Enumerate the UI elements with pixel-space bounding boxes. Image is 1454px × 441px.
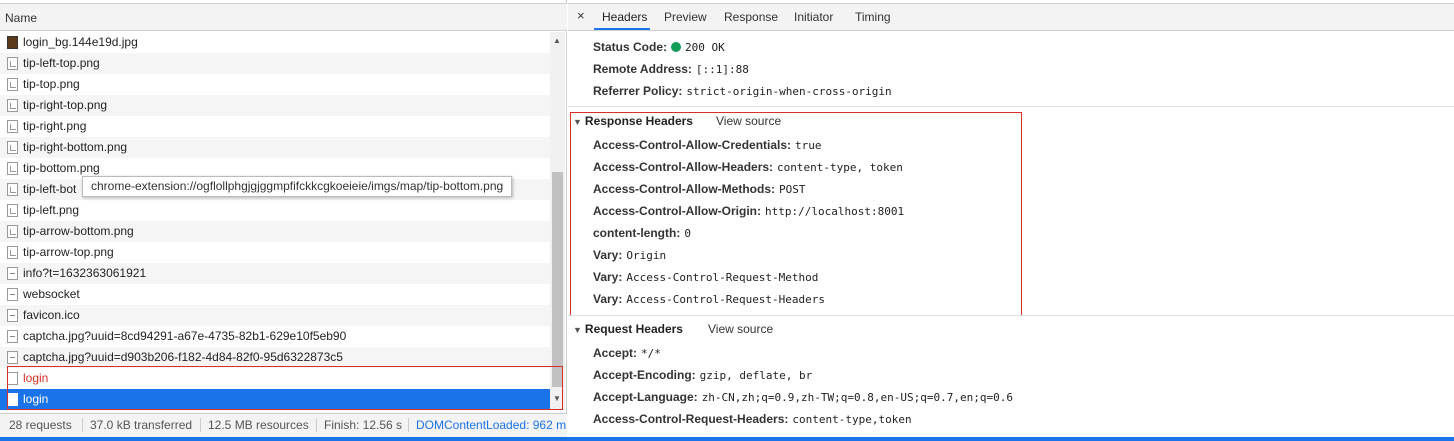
status-ok-icon (671, 42, 682, 52)
request-list-scrollbar[interactable]: ▲ ▼ (550, 32, 565, 410)
request-list: login_bg.144e19d.jpg tip-left-top.png ti… (0, 32, 550, 410)
tab-preview[interactable]: Preview (664, 10, 707, 24)
requests-count: 28 requests (9, 418, 72, 432)
document-icon (7, 351, 18, 364)
request-row[interactable]: tip-right-bottom.png (0, 137, 550, 158)
finish-time: Finish: 12.56 s (324, 418, 403, 432)
image-icon (7, 57, 18, 70)
general-status-code: Status Code: 200 OK (593, 40, 725, 54)
dom-content-loaded: DOMContentLoaded: 962 m (416, 418, 567, 432)
image-icon (7, 120, 18, 133)
tab-headers[interactable]: Headers (602, 10, 647, 24)
status-divider (82, 418, 83, 432)
request-row[interactable]: favicon.ico (0, 305, 550, 326)
highlight-box-response-headers (570, 112, 1022, 316)
active-tab-indicator (594, 28, 650, 30)
document-icon (7, 309, 18, 322)
request-header-item: Access-Control-Request-Headers: content-t… (593, 412, 912, 426)
name-column-label: Name (5, 11, 38, 25)
status-divider (200, 418, 201, 432)
section-divider (568, 315, 1454, 316)
document-icon (7, 267, 18, 280)
image-icon (7, 162, 18, 175)
status-divider (316, 418, 317, 432)
document-icon (7, 330, 18, 343)
scrollbar-thumb[interactable] (552, 172, 563, 387)
request-header-item: Accept: */* (593, 346, 661, 360)
name-column-header[interactable]: Name (0, 3, 567, 31)
request-headers-toggle[interactable]: ▼ Request Headers (573, 322, 683, 336)
tab-initiator[interactable]: Initiator (794, 10, 833, 24)
request-row[interactable]: tip-arrow-top.png (0, 242, 550, 263)
image-icon (7, 225, 18, 238)
bottom-accent-strip (0, 437, 1454, 441)
request-list-pane: Name login_bg.144e19d.jpg tip-left-top.p… (0, 0, 567, 441)
image-icon (7, 246, 18, 259)
image-icon (7, 78, 18, 91)
document-icon (7, 288, 18, 301)
tab-response[interactable]: Response (724, 10, 778, 24)
request-row[interactable]: tip-arrow-bottom.png (0, 221, 550, 242)
image-icon (7, 204, 18, 217)
request-row-login-bg[interactable]: login_bg.144e19d.jpg (0, 32, 550, 53)
request-row[interactable]: websocket (0, 284, 550, 305)
details-tab-bar: × Headers Preview Response Initiator Tim… (568, 3, 1454, 31)
request-row[interactable]: tip-top.png (0, 74, 550, 95)
section-divider (568, 106, 1454, 107)
close-icon[interactable]: × (577, 8, 585, 23)
expand-triangle-icon: ▼ (573, 325, 582, 335)
tab-timing[interactable]: Timing (855, 10, 891, 24)
scroll-up-arrow-icon[interactable]: ▲ (553, 36, 561, 45)
general-remote-address: Remote Address: [::1]:88 (593, 62, 749, 76)
status-divider (408, 418, 409, 432)
request-row[interactable]: tip-right.png (0, 116, 550, 137)
resources-size: 12.5 MB resources (208, 418, 309, 432)
network-status-bar: 28 requests 37.0 kB transferred 12.5 MB … (0, 413, 567, 437)
url-tooltip: chrome-extension://ogflollphgjgjggmpfifc… (82, 176, 513, 197)
image-icon (7, 99, 18, 112)
request-row[interactable]: captcha.jpg?uuid=8cd94291-a67e-4735-82b1… (0, 326, 550, 347)
request-header-item: Accept-Encoding: gzip, deflate, br (593, 368, 813, 382)
request-row[interactable]: captcha.jpg?uuid=d903b206-f182-4d84-82f0… (0, 347, 550, 368)
highlight-box-login-requests (7, 366, 563, 410)
image-dark-icon (7, 36, 18, 49)
request-row[interactable]: tip-left-top.png (0, 53, 550, 74)
request-row[interactable]: info?t=1632363061921 (0, 263, 550, 284)
image-icon (7, 183, 18, 196)
transferred-size: 37.0 kB transferred (90, 418, 193, 432)
request-header-item: Accept-Language: zh-CN,zh;q=0.9,zh-TW;q=0… (593, 390, 1013, 404)
request-details-pane: × Headers Preview Response Initiator Tim… (568, 0, 1454, 437)
general-referrer-policy: Referrer Policy: strict-origin-when-cross… (593, 84, 892, 98)
image-icon (7, 141, 18, 154)
request-row[interactable]: tip-right-top.png (0, 95, 550, 116)
request-view-source-link[interactable]: View source (708, 322, 773, 336)
request-row[interactable]: tip-left.png (0, 200, 550, 221)
